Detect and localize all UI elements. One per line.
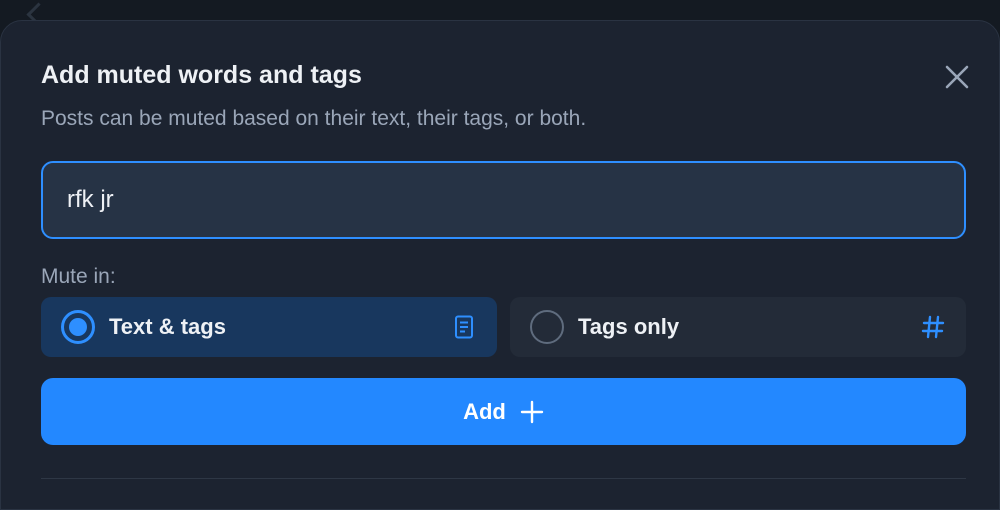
muted-word-input[interactable] — [67, 163, 927, 237]
add-button-label: Add — [463, 398, 506, 424]
option-text-and-tags-label: Text & tags — [109, 314, 226, 339]
document-icon — [455, 315, 473, 339]
radio-unselected[interactable] — [530, 310, 564, 344]
add-button[interactable]: Add — [41, 378, 966, 445]
close-icon — [945, 65, 969, 89]
dialog-subtitle: Posts can be muted based on their text, … — [41, 107, 587, 130]
mute-in-label: Mute in: — [41, 265, 116, 288]
hashtag-icon — [921, 315, 945, 339]
dialog-title: Add muted words and tags — [41, 61, 362, 89]
option-text-and-tags[interactable]: Text & tags — [41, 297, 497, 357]
muted-word-field-container — [41, 161, 966, 239]
close-button[interactable] — [937, 57, 977, 97]
divider — [41, 478, 966, 479]
plus-icon — [520, 400, 544, 423]
mute-words-dialog: Add muted words and tags Posts can be mu… — [0, 20, 1000, 510]
option-tags-only-label: Tags only — [578, 314, 680, 339]
option-tags-only[interactable]: Tags only — [510, 297, 966, 357]
radio-selected[interactable] — [61, 310, 95, 344]
